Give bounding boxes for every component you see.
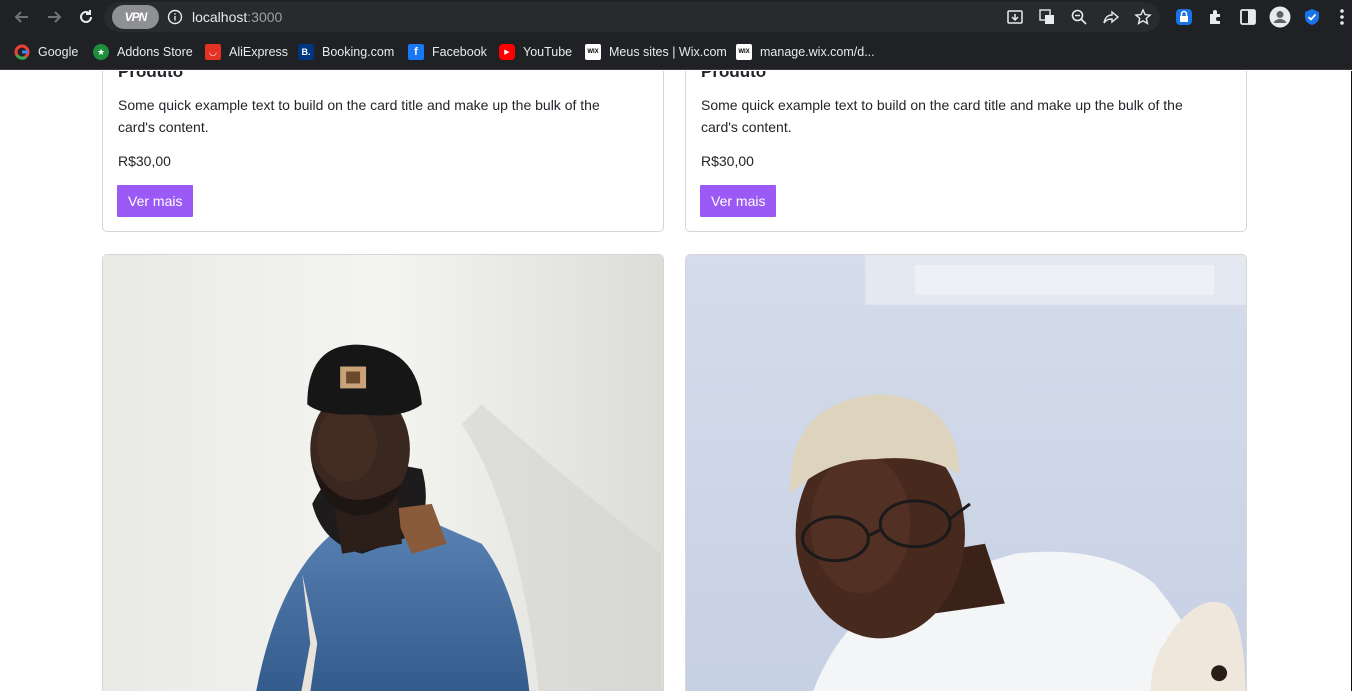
bookmark-facebook[interactable]: f Facebook [408,43,487,61]
card-text: Some quick example text to build on the … [701,97,1183,135]
share-icon[interactable] [1102,8,1120,26]
product-image-card [685,254,1247,691]
url-text[interactable]: localhost:3000 [192,9,282,25]
forward-button[interactable] [38,1,70,33]
ver-mais-button[interactable]: Ver mais [700,185,777,217]
bookmark-aliexpress[interactable]: ◡ AliExpress [205,43,288,61]
url-port: :3000 [247,9,283,25]
booking-icon: B. [298,44,314,60]
bookmark-google[interactable]: Google [14,43,78,61]
lock-extension-icon[interactable] [1174,7,1194,27]
bookmark-star-icon[interactable] [1134,8,1152,26]
google-icon [14,44,30,60]
browser-toolbar: VPN localhost:3000 [0,0,1352,35]
install-app-icon[interactable] [1006,8,1024,26]
bookmark-label: Google [38,45,79,59]
reload-button[interactable] [70,1,102,33]
wix-icon: WIX [585,44,601,60]
bookmark-label: AliExpress [229,45,289,59]
bookmark-wix-manage[interactable]: WIX manage.wix.com/d... [736,43,875,61]
product-image-card [102,254,664,691]
wix-icon: WIX [736,44,752,60]
card-title: Produto [118,71,184,81]
bookmarks-bar: Google ★ Addons Store ◡ AliExpress B. Bo… [0,35,1352,70]
aliexpress-icon: ◡ [205,44,221,60]
bookmark-addons-store[interactable]: ★ Addons Store [93,43,193,61]
reload-icon [80,10,92,23]
bookmark-label: Facebook [432,45,487,59]
zoom-icon[interactable] [1070,8,1088,26]
profile-avatar-icon[interactable] [1269,6,1291,28]
arrow-left-icon [14,11,28,23]
page-content: Produto Some quick example text to build… [0,71,1352,691]
product-card: Produto Some quick example text to build… [685,71,1247,232]
bookmark-booking[interactable]: B. Booking.com [298,43,394,61]
bookmark-youtube[interactable]: ▶ YouTube [499,43,572,61]
bookmark-label: YouTube [523,45,573,59]
bookmark-label: Meus sites | Wix.com [609,45,727,59]
card-price: R$30,00 [701,153,754,169]
extensions-puzzle-icon[interactable] [1206,7,1226,27]
card-price: R$30,00 [118,153,171,169]
arrow-right-icon [48,11,62,23]
bookmark-label: manage.wix.com/d... [760,45,875,59]
bookmark-wix-sites[interactable]: WIX Meus sites | Wix.com [585,43,727,61]
ver-mais-button[interactable]: Ver mais [117,185,194,217]
facebook-icon: f [408,44,424,60]
url-host: localhost [192,9,248,25]
product-photo [103,255,663,691]
address-bar[interactable]: VPN localhost:3000 [104,2,1160,32]
card-title: Produto [701,71,767,81]
bookmark-label: Addons Store [117,45,193,59]
product-photo [686,255,1246,691]
vpn-badge[interactable]: VPN [112,5,159,29]
youtube-icon: ▶ [499,44,515,60]
info-icon[interactable] [167,9,183,25]
addons-store-icon: ★ [93,44,109,60]
menu-kebab-icon[interactable] [1334,7,1350,27]
bookmark-label: Booking.com [322,45,395,59]
side-panel-icon[interactable] [1238,7,1258,27]
product-card: Produto Some quick example text to build… [102,71,664,232]
translate-icon[interactable] [1038,8,1056,26]
card-text: Some quick example text to build on the … [118,97,600,135]
shield-check-icon[interactable] [1302,7,1322,27]
back-button[interactable] [6,1,38,33]
